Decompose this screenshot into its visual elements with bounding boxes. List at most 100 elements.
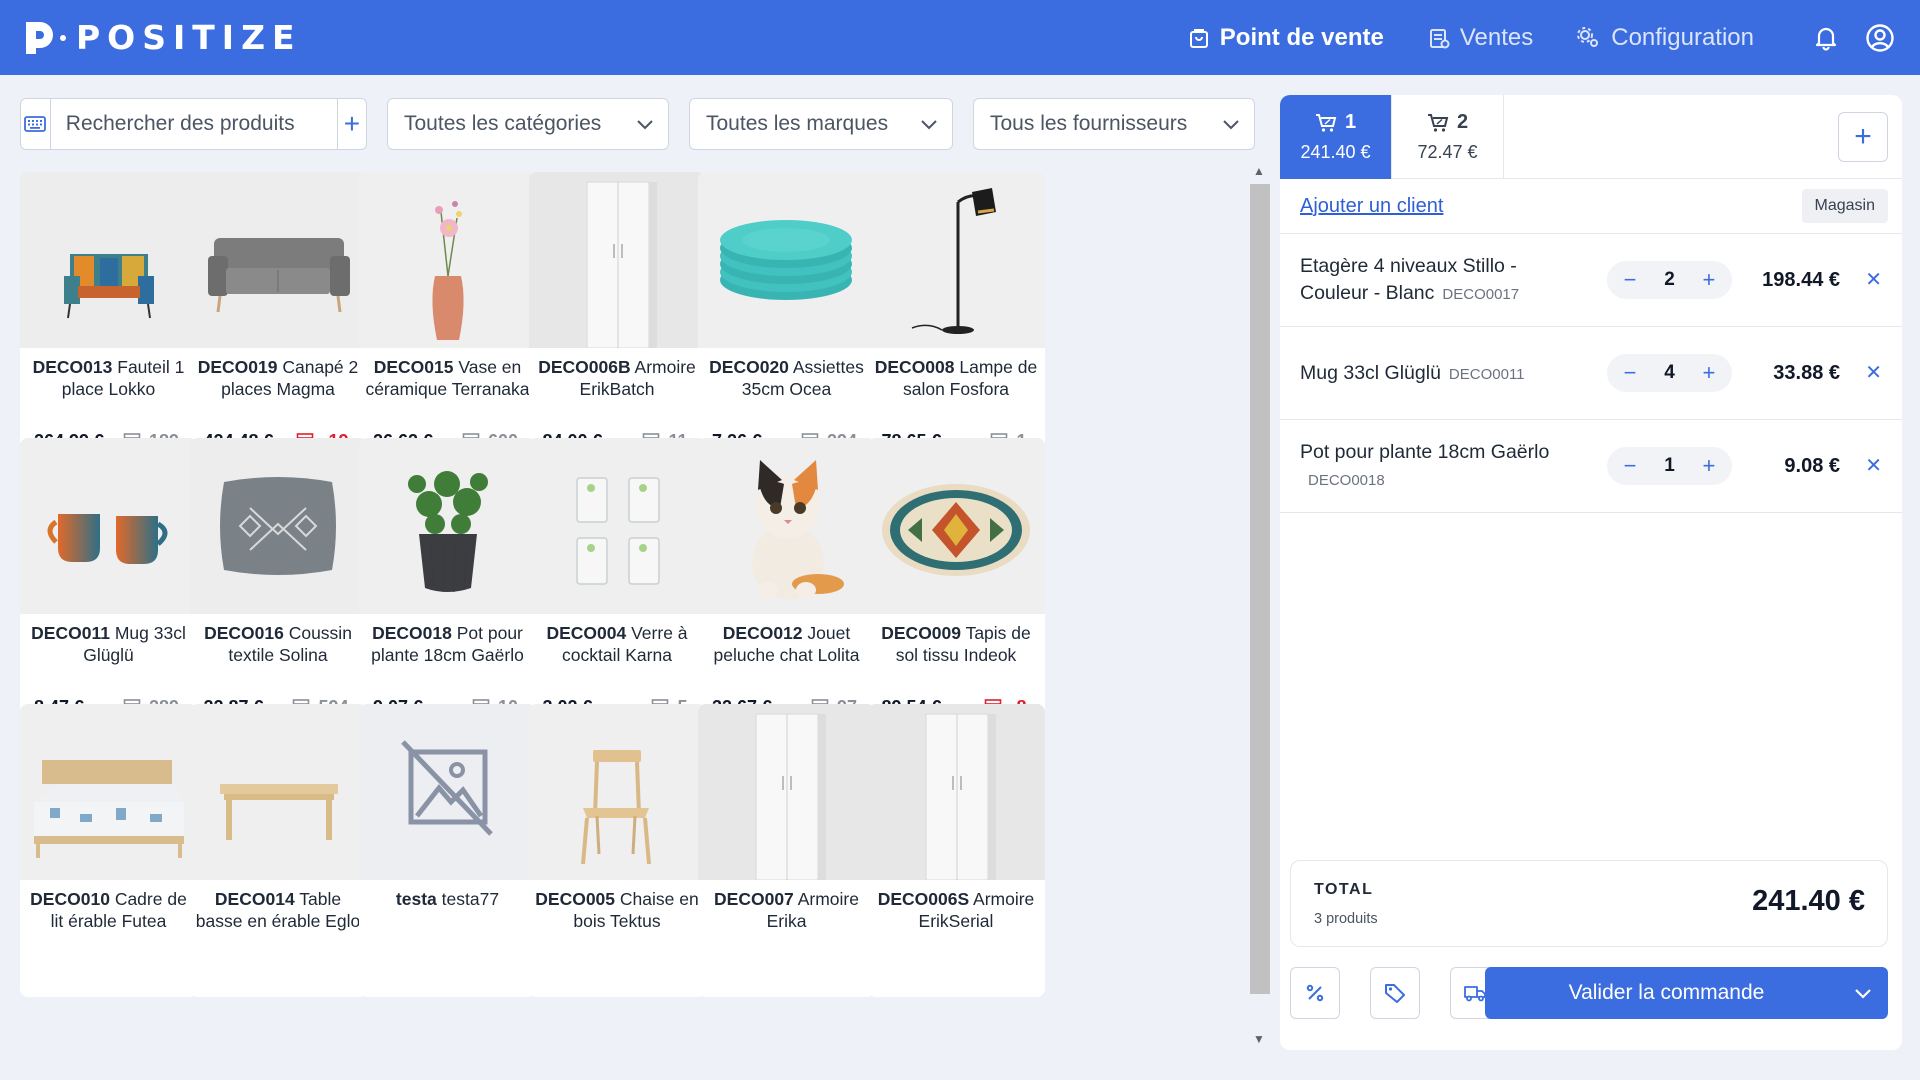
product-card[interactable]: DECO013 Fauteil 1 place Lokko264.99 €189 [20,172,197,465]
product-image [698,172,875,348]
remove-line-button[interactable]: ✕ [1865,456,1882,476]
total-count: 3 produits [1314,911,1378,927]
nav-point-de-vente[interactable]: Point de vente [1188,24,1384,52]
chevron-down-icon [921,119,937,129]
truck-icon [1464,986,1486,1002]
tab-amount: 72.47 € [1417,142,1478,162]
product-image [528,172,706,348]
remove-line-button[interactable]: ✕ [1865,363,1882,383]
total-label: TOTAL [1314,881,1374,898]
brand-select[interactable]: Toutes les marques [689,98,953,150]
validate-order-button[interactable]: Valider la commande [1485,967,1888,1019]
product-card[interactable]: DECO007 Armoire Erika [698,704,875,997]
decrement-button[interactable]: − [1619,267,1641,293]
product-name: DECO006S Armoire ErikSerial [868,880,1045,950]
product-card[interactable]: DECO015 Vase en céramique Terranaka26.62… [359,172,536,465]
add-product-button[interactable]: + [336,99,366,149]
line-name: Pot pour plante 18cm Gaërlo DECO0018 [1300,420,1590,513]
category-select[interactable]: Toutes les catégories [387,98,669,150]
supplier-select[interactable]: Tous les fournisseurs [973,98,1255,150]
supplier-value: Tous les fournisseurs [990,112,1188,135]
product-card[interactable]: DECO010 Cadre de lit érable Futea [20,704,197,997]
product-card[interactable]: DECO011 Mug 33cl Glüglü8.47 €289 [20,438,197,731]
product-card[interactable]: DECO005 Chaise en bois Tektus [528,704,706,997]
product-grid: DECO013 Fauteil 1 place Lokko264.99 €189… [20,172,1235,1050]
keyboard-button[interactable] [21,99,51,149]
product-card[interactable]: testa testa77 [359,704,536,997]
validate-options-button[interactable] [1838,988,1888,999]
product-card[interactable]: DECO009 Tapis de sol tissu Indeok89.54 €… [867,438,1045,731]
total-box: TOTAL 3 produits 241.40 € [1290,860,1888,947]
product-code: DECO016 [204,623,284,643]
chevron-down-icon [1855,988,1871,999]
product-name: DECO016 Coussin textile Solina [190,614,367,684]
discount-button[interactable] [1290,967,1340,1019]
cart-tab-2[interactable]: 2 72.47 € [1392,95,1504,179]
product-code: DECO004 [546,623,627,643]
product-card[interactable]: DECO004 Verre à cocktail Karna3.02 €5 [528,438,706,731]
product-code: DECO019 [197,357,278,377]
bell-icon [1815,27,1837,51]
product-card[interactable]: DECO012 Jouet peluche chat Lolita32.67 €… [698,438,875,731]
nav-configuration[interactable]: Configuration [1577,24,1754,52]
line-name: Etagère 4 niveaux Stillo - Couleur - Bla… [1300,234,1590,327]
notifications-button[interactable] [1806,18,1846,58]
quantity-stepper: − 1 + [1607,447,1732,485]
product-image [20,704,197,880]
quantity-stepper: − 4 + [1607,354,1732,392]
product-image [867,172,1045,348]
cart-tab-1[interactable]: 1 241.40 € [1280,95,1392,179]
cart-discount-icon [1427,113,1449,132]
cart-line: Etagère 4 niveaux Stillo - Couleur - Bla… [1280,234,1902,327]
brand-logo[interactable]: POSITIZE [24,18,302,57]
product-name: DECO018 Pot pour plante 18cm Gaërlo [359,614,536,684]
chevron-down-icon [1223,119,1239,129]
increment-button[interactable]: + [1698,360,1720,386]
product-code: DECO005 [535,889,616,909]
decrement-button[interactable]: − [1619,360,1641,386]
line-total: 33.88 € [1773,362,1840,384]
logo-dot [60,34,66,41]
decrement-button[interactable]: − [1619,453,1641,479]
nav-label: Point de vente [1219,23,1384,51]
quantity-value[interactable]: 2 [1664,269,1675,291]
quantity-value[interactable]: 4 [1664,362,1675,384]
product-name: DECO010 Cadre de lit érable Futea [20,880,197,950]
product-card[interactable]: DECO019 Canapé 2 places Magma424.48 €-19 [189,172,367,465]
store-badge[interactable]: Magasin [1801,189,1888,223]
product-code: DECO013 [32,357,113,377]
receipt-icon [1429,28,1450,48]
product-card[interactable]: DECO020 Assiettes 35cm Ocea7.26 €294 [698,172,875,465]
product-scrollbar[interactable]: ▲ ▼ [1248,160,1270,1050]
product-code: DECO020 [709,357,789,377]
add-client-link[interactable]: Ajouter un client [1300,195,1443,218]
remove-line-button[interactable]: ✕ [1865,270,1882,290]
scroll-down-icon[interactable]: ▼ [1252,1032,1266,1046]
cart-line: Mug 33cl Glüglü DECO0011 − 4 + 33.88 € ✕ [1280,327,1902,420]
filter-bar: + Toutes les catégories Toutes les marqu… [20,98,1255,150]
product-name: DECO012 Jouet peluche chat Lolita [698,614,875,684]
increment-button[interactable]: + [1698,453,1720,479]
increment-button[interactable]: + [1698,267,1720,293]
quantity-value[interactable]: 1 [1664,455,1675,477]
product-card[interactable]: DECO008 Lampe de salon Fosfora78.65 €1 [867,172,1045,465]
cart-panel: 1 241.40 € 2 72.47 € + Ajouter un client… [1280,95,1902,1050]
new-cart-button[interactable]: + [1838,112,1888,162]
scroll-thumb[interactable] [1250,184,1270,994]
product-image [20,438,197,614]
product-card[interactable]: DECO006B Armoire ErikBatch84.00 €11 [528,172,706,465]
product-code: DECO011 [31,623,110,643]
account-button[interactable] [1860,18,1900,58]
product-card[interactable]: DECO006S Armoire ErikSerial [867,704,1045,997]
coupon-button[interactable] [1370,967,1420,1019]
product-card[interactable]: DECO014 Table basse en érable Eglo [189,704,367,997]
scroll-up-icon[interactable]: ▲ [1252,164,1266,178]
category-value: Toutes les catégories [404,112,602,135]
product-card[interactable]: DECO018 Pot pour plante 18cm Gaërlo9.07 … [359,438,536,731]
product-card[interactable]: DECO016 Coussin textile Solina22.87 €594 [189,438,367,731]
nav-label: Configuration [1611,23,1754,51]
nav-ventes[interactable]: Ventes [1428,24,1533,52]
product-image [189,172,367,348]
product-image [359,704,536,880]
search-input[interactable] [50,99,337,149]
